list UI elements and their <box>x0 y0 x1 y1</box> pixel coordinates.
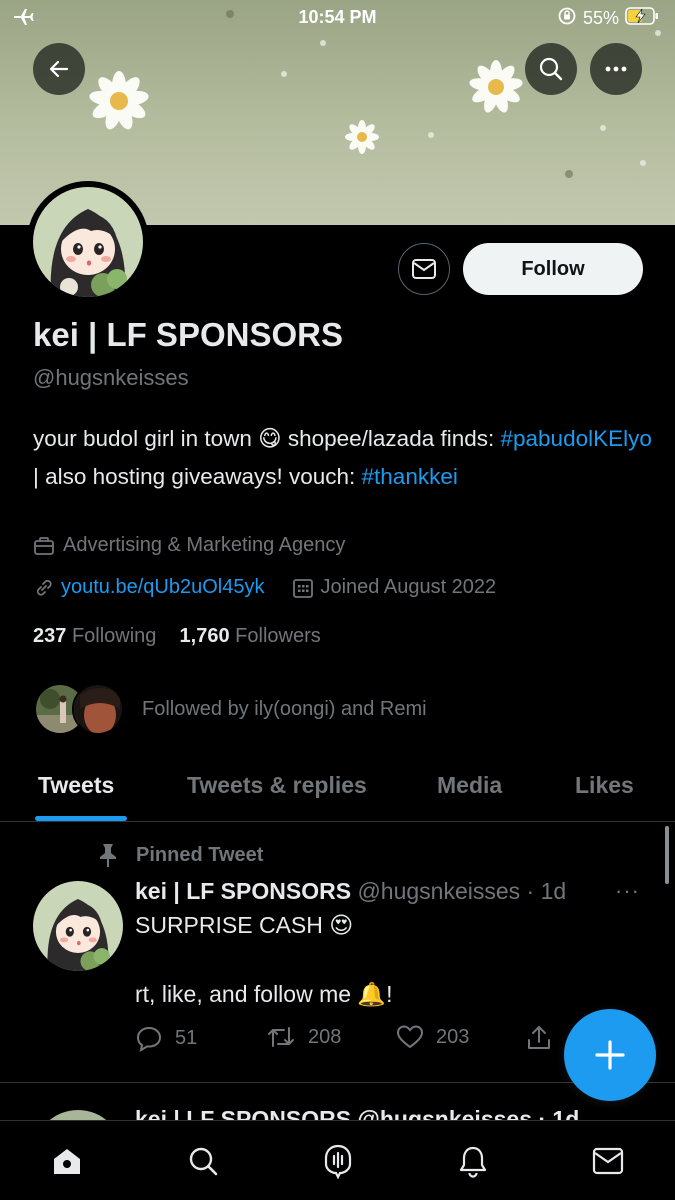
status-right: 55% <box>557 6 659 31</box>
tweet-actions: 51 208 203 <box>135 1024 555 1056</box>
message-button[interactable] <box>398 243 450 295</box>
banner-dot <box>320 40 326 46</box>
nav-notifications[interactable] <box>453 1141 493 1181</box>
share-button[interactable] <box>525 1024 553 1052</box>
emoji: 😍 <box>329 912 354 938</box>
profile-meta: youtu.be/qUb2uOl45yk Joined August 2022 <box>33 576 496 599</box>
battery-percent: 55% <box>582 8 619 28</box>
plus-icon <box>595 1040 625 1070</box>
tab-tweets[interactable]: Tweets <box>38 772 114 799</box>
more-icon <box>605 66 627 72</box>
search-button[interactable] <box>525 43 577 95</box>
joined-date: Joined August 2022 <box>320 576 497 598</box>
more-options-button[interactable] <box>590 43 642 95</box>
follow-counts: 237 Following 1,760 Followers <box>33 625 321 648</box>
pinned-label: Pinned Tweet <box>96 842 263 868</box>
tweet-author-name[interactable]: kei | LF SPONSORS <box>135 878 351 904</box>
nav-spaces[interactable] <box>318 1141 358 1181</box>
pin-icon <box>100 844 116 867</box>
bio-text: | also hosting giveaways! vouch: <box>33 464 362 489</box>
tab-likes[interactable]: Likes <box>575 772 634 799</box>
profile-tabs: Tweets Tweets & replies Media Likes <box>0 760 675 822</box>
banner-dot <box>640 160 646 166</box>
link-icon <box>36 579 52 596</box>
pinned-text: Pinned Tweet <box>136 843 264 866</box>
tweet-author-meta: @hugsnkeisses · 1d <box>357 878 567 904</box>
orientation-lock-icon <box>557 6 577 31</box>
profile-avatar[interactable] <box>27 181 149 303</box>
active-tab-indicator <box>35 816 127 821</box>
banner-dot <box>565 170 573 178</box>
banner-dot <box>281 71 287 77</box>
envelope-icon <box>592 1147 624 1175</box>
bio-emoji: 😋 <box>258 426 282 451</box>
profile-category: Advertising & Marketing Agency <box>33 534 345 557</box>
share-icon <box>528 1026 550 1049</box>
retweet-count: 208 <box>308 1025 342 1048</box>
envelope-icon <box>412 259 436 279</box>
tweet-text: SURPRISE CASH 😍 <box>135 912 354 938</box>
status-bar: 10:54 PM 55% <box>0 0 675 36</box>
tweet-more-icon[interactable]: ··· <box>615 878 640 904</box>
followers-link[interactable]: 1,760 Followers <box>180 625 321 647</box>
tab-tweets-replies[interactable]: Tweets & replies <box>187 772 367 799</box>
profile-handle: @hugsnkeisses <box>33 365 189 390</box>
nav-messages[interactable] <box>588 1141 628 1181</box>
daisy-flower-icon <box>345 120 379 154</box>
tweet-text: rt, like, and follow me 🔔! <box>135 981 393 1007</box>
bio-text: shopee/lazada finds: <box>281 426 501 451</box>
like-count: 203 <box>436 1025 470 1048</box>
followed-by-text: Followed by ily(oongi) and Remi <box>142 697 427 720</box>
scrollbar[interactable] <box>665 826 669 884</box>
hashtag-link[interactable]: #thankkei <box>362 464 458 489</box>
bell-icon <box>459 1146 487 1178</box>
tweet-avatar[interactable] <box>33 881 123 971</box>
profile-name: kei | LF SPONSORS <box>33 316 343 353</box>
arrow-left-icon <box>49 60 69 78</box>
nav-home[interactable] <box>47 1141 87 1181</box>
bio-text: your budol girl in town <box>33 426 259 451</box>
daisy-flower-icon <box>89 71 149 130</box>
compose-tweet-button[interactable] <box>564 1009 656 1101</box>
avatar <box>72 683 124 735</box>
search-icon <box>539 57 563 81</box>
followed-by[interactable]: Followed by ily(oongi) and Remi <box>34 683 427 735</box>
like-button[interactable]: 203 <box>396 1024 469 1050</box>
calendar-icon <box>293 578 314 598</box>
emoji: 🔔 <box>357 981 387 1007</box>
reply-button[interactable]: 51 <box>135 1024 197 1052</box>
hashtag-link[interactable]: #pabudolKElyo <box>501 426 652 451</box>
retweet-button[interactable]: 208 <box>266 1024 341 1050</box>
banner-dot <box>600 125 606 131</box>
banner-dot <box>428 132 434 138</box>
avatar-illustration <box>33 881 123 971</box>
reply-icon <box>136 1026 162 1052</box>
briefcase-icon <box>34 536 54 555</box>
back-button[interactable] <box>33 43 85 95</box>
spaces-icon <box>324 1144 352 1179</box>
bottom-navigation <box>0 1120 675 1200</box>
reply-count: 51 <box>175 1026 198 1049</box>
profile-link[interactable]: youtu.be/qUb2uOl45yk <box>61 576 264 599</box>
battery-charging-icon <box>625 7 659 30</box>
tweet-header: kei | LF SPONSORS @hugsnkeisses · 1d <box>135 878 566 905</box>
heart-icon <box>396 1025 424 1049</box>
search-icon <box>189 1147 218 1176</box>
avatar-illustration <box>33 187 143 297</box>
avatar <box>33 187 143 297</box>
follow-button[interactable]: Follow <box>463 243 643 295</box>
category-label: Advertising & Marketing Agency <box>63 534 346 556</box>
profile-bio: your budol girl in town 😋 shopee/lazada … <box>33 420 653 496</box>
following-link[interactable]: 237 Following <box>33 625 156 647</box>
daisy-flower-icon <box>469 60 523 113</box>
retweet-icon <box>268 1027 294 1047</box>
home-icon <box>54 1149 80 1174</box>
tab-media[interactable]: Media <box>437 772 502 799</box>
nav-search[interactable] <box>183 1141 223 1181</box>
